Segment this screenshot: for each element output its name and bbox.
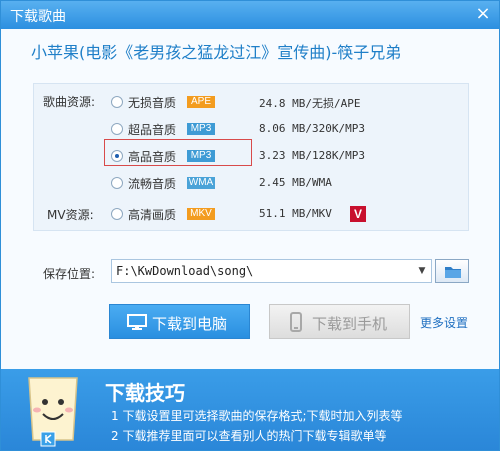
quality-name-high: 高品音质 xyxy=(128,150,177,164)
quality-name-lossless: 无损音质 xyxy=(128,96,177,110)
radio-high[interactable] xyxy=(111,150,123,162)
monitor-icon xyxy=(127,314,147,330)
mv-source-label: MV资源: xyxy=(47,208,94,222)
radio-super[interactable] xyxy=(111,123,123,135)
quality-name-smooth: 流畅音质 xyxy=(128,177,177,191)
mp3-badge: MP3 xyxy=(187,123,215,135)
vip-icon: V xyxy=(350,206,366,222)
dialog-title: 下载歌曲 xyxy=(10,9,66,25)
close-button[interactable]: × xyxy=(473,4,493,24)
quality-info-smooth: 2.45 MB/WMA xyxy=(259,176,332,189)
selected-highlight-box xyxy=(104,139,252,166)
radio-lossless[interactable] xyxy=(111,96,123,108)
download-to-phone-label: 下载到手机 xyxy=(312,315,388,333)
mascot-icon xyxy=(28,377,78,447)
quality-info-super: 8.06 MB/320K/MP3 xyxy=(259,122,365,135)
mp3-badge-selected: MP3 xyxy=(187,150,215,162)
song-title: 小苹果(电影《老男孩之猛龙过江》宣传曲)-筷子兄弟 xyxy=(31,43,402,62)
more-settings-link[interactable]: 更多设置 xyxy=(420,314,468,331)
chevron-down-icon[interactable]: ▼ xyxy=(416,265,428,277)
wma-badge: WMA xyxy=(187,177,215,189)
ape-badge: APE xyxy=(187,96,215,108)
save-path-input[interactable] xyxy=(116,263,406,279)
title-bar: 下载歌曲 × xyxy=(1,1,499,29)
radio-mv-hd[interactable] xyxy=(111,208,123,220)
browse-folder-button[interactable] xyxy=(435,259,469,283)
download-to-pc-button[interactable]: 下载到电脑 xyxy=(109,304,250,339)
tips-title: 下载技巧 xyxy=(105,381,185,405)
mkv-badge: MKV xyxy=(187,208,215,220)
song-source-label: 歌曲资源: xyxy=(43,95,96,109)
mv-quality-name: 高清画质 xyxy=(128,208,177,222)
mv-info: 51.1 MB/MKV xyxy=(259,207,332,220)
download-to-phone-button[interactable]: 下载到手机 xyxy=(269,304,410,339)
radio-smooth[interactable] xyxy=(111,177,123,189)
folder-icon xyxy=(445,267,461,278)
quality-info-high: 3.23 MB/128K/MP3 xyxy=(259,149,365,162)
save-path-field[interactable]: ▼ xyxy=(111,259,432,283)
quality-name-super: 超品音质 xyxy=(128,123,177,137)
download-to-pc-label: 下载到电脑 xyxy=(152,315,228,333)
phone-icon xyxy=(290,312,302,332)
quality-info-lossless: 24.8 MB/无损/APE xyxy=(259,97,361,110)
tips-banner: 下载技巧 1 下载设置里可选择歌曲的保存格式;下载时加入列表等 2 下载推荐里面… xyxy=(1,369,499,450)
tip-line-2: 2 下载推荐里面可以查看别人的热门下载专辑歌单等 xyxy=(111,429,387,443)
download-dialog: 下载歌曲 × 小苹果(电影《老男孩之猛龙过江》宣传曲)-筷子兄弟 歌曲资源: 无… xyxy=(0,0,500,451)
save-location-label: 保存位置: xyxy=(43,267,96,281)
tip-line-1: 1 下载设置里可选择歌曲的保存格式;下载时加入列表等 xyxy=(111,409,403,423)
